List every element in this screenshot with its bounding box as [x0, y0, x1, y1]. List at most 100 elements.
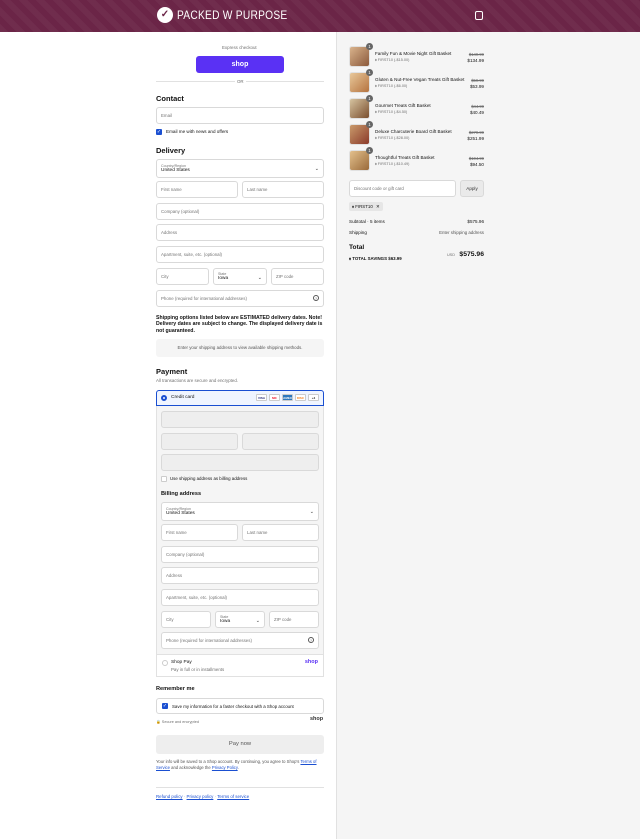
first-name-field[interactable]: First name — [156, 181, 238, 198]
billing-address-field[interactable]: Address — [161, 567, 319, 584]
save-info-checkbox[interactable]: ✓ — [162, 703, 168, 709]
item-discount: ⬧ FIRST10 (-$10.49) — [375, 162, 410, 166]
item-price: $134.99 — [467, 58, 484, 63]
city-field[interactable]: City — [156, 268, 209, 285]
quantity-badge: 1 — [366, 95, 373, 102]
billing-state-select[interactable]: State Iowa ⌄ — [215, 611, 265, 628]
chevron-down-icon: ⌄ — [255, 618, 260, 624]
express-checkout-label: Express checkout — [222, 45, 257, 50]
apartment-field[interactable]: Apartment, suite, etc. (optional) — [156, 246, 324, 263]
payment-heading: Payment — [156, 367, 188, 376]
pay-now-button[interactable]: Pay now — [156, 735, 324, 754]
news-checkbox[interactable]: ✓ — [156, 129, 162, 135]
remove-discount-icon[interactable]: ✕ — [376, 204, 380, 209]
shop-pay-option[interactable]: Shop Pay Pay in full or in installments … — [156, 654, 324, 677]
brand-name: PACKED W PURPOSE — [177, 8, 288, 22]
remember-heading: Remember me — [156, 686, 195, 692]
item-price: $251.99 — [467, 136, 484, 141]
credit-card-radio[interactable] — [161, 395, 167, 401]
secure-note: 🔒 Secure and encrypted — [156, 720, 199, 724]
legal-text: Your info will be saved to a Shop accoun… — [156, 759, 317, 770]
email-field[interactable]: Email — [156, 107, 324, 124]
subtotal-label: Subtotal · 5 items — [349, 219, 385, 224]
card-number-field[interactable] — [161, 411, 319, 428]
quantity-badge: 1 — [366, 69, 373, 76]
billing-city-field[interactable]: City — [161, 611, 211, 628]
use-shipping-checkbox[interactable] — [161, 476, 167, 482]
card-expiry-field[interactable] — [161, 433, 238, 450]
credit-card-option[interactable]: Credit card VISA MC AMEX DISC +4 — [156, 390, 324, 406]
footer-links: Refund policy · Privacy policy · Terms o… — [156, 794, 250, 799]
state-select[interactable]: State Iowa ⌄ — [213, 268, 267, 285]
chevron-down-icon: ⌄ — [309, 509, 314, 515]
apply-button[interactable]: Apply — [460, 180, 484, 197]
last-name-field[interactable]: Last name — [242, 181, 324, 198]
item-discount: ⬧ FIRST10 (-$6.00) — [375, 84, 408, 88]
help-icon[interactable]: ? — [308, 637, 314, 643]
save-info-label: Save my information for a faster checkou… — [172, 704, 294, 709]
shop-pay-express-button[interactable]: shop — [196, 56, 284, 73]
quantity-badge: 1 — [366, 121, 373, 128]
quantity-badge: 1 — [366, 43, 373, 50]
shipping-methods-placeholder: Enter your shipping address to view avai… — [156, 339, 324, 357]
shop-privacy-link[interactable]: Privacy Policy — [212, 765, 238, 770]
billing-phone-field[interactable]: Phone (required for international addres… — [161, 632, 319, 649]
cart-icon[interactable] — [475, 11, 483, 20]
delivery-heading: Delivery — [156, 146, 186, 155]
site-header: ✓ PACKED W PURPOSE — [0, 0, 640, 32]
item-discount: ⬧ FIRST10 (-$4.50) — [375, 110, 408, 114]
payment-subtext: All transactions are secure and encrypte… — [156, 378, 239, 383]
item-original-price: $44.99 — [471, 104, 484, 109]
visa-icon: VISA — [256, 394, 267, 401]
quantity-badge: 1 — [366, 147, 373, 154]
billing-apartment-field[interactable]: Apartment, suite, etc. (optional) — [161, 589, 319, 606]
item-original-price: $279.99 — [468, 130, 484, 135]
total-label: Total — [349, 244, 365, 251]
country-select[interactable]: Country/Region United States ⌄ — [156, 159, 324, 178]
item-original-price: $149.99 — [468, 52, 484, 57]
use-shipping-label: Use shipping address as billing address — [170, 476, 248, 481]
card-cvv-field[interactable] — [242, 433, 319, 450]
billing-zip-field[interactable]: ZIP code — [269, 611, 319, 628]
item-price: $53.99 — [469, 84, 484, 89]
shop-pay-radio[interactable] — [162, 660, 168, 666]
item-name: Deluxe Charcuterie Board Gift Basket — [375, 129, 452, 134]
brand-logo[interactable]: ✓ PACKED W PURPOSE — [157, 7, 307, 23]
card-brands: VISA MC AMEX DISC +4 — [254, 394, 319, 401]
shipping-value: Enter shipping address — [439, 230, 484, 235]
billing-first-name-field[interactable]: First name — [161, 524, 238, 541]
billing-company-field[interactable]: Company (optional) — [161, 546, 319, 563]
item-discount: ⬧ FIRST10 (-$15.00) — [375, 58, 410, 62]
subtotal-value: $575.96 — [467, 219, 484, 224]
refund-policy-link[interactable]: Refund policy — [156, 794, 183, 799]
chevron-down-icon: ⌄ — [257, 275, 262, 281]
total-savings: ⬧ TOTAL SAVINGS $63.99 — [349, 256, 402, 261]
total-amount: USD $575.96 — [446, 251, 484, 258]
card-name-field[interactable] — [161, 454, 319, 471]
zip-field[interactable]: ZIP code — [271, 268, 324, 285]
discount-code-field[interactable]: Discount code or gift card — [349, 180, 456, 197]
shop-logo: shop — [304, 659, 318, 665]
news-label: Email me with news and offers — [166, 129, 229, 134]
company-field[interactable]: Company (optional) — [156, 203, 324, 220]
billing-country-select[interactable]: Country/Region United States ⌄ — [161, 502, 319, 521]
terms-of-service-link[interactable]: Terms of service — [217, 794, 249, 799]
item-name: Gourmet Treats Gift Basket — [375, 103, 431, 108]
phone-field[interactable]: Phone (required for international addres… — [156, 290, 324, 307]
shipping-notice: Shipping options listed below are ESTIMA… — [156, 315, 323, 334]
amex-icon: AMEX — [282, 394, 293, 401]
order-summary — [336, 32, 640, 839]
item-original-price: $104.99 — [468, 156, 484, 161]
billing-heading: Billing address — [161, 491, 202, 497]
mastercard-icon: MC — [269, 394, 280, 401]
item-name: Family Fun & Movie Night Gift Basket — [375, 51, 452, 56]
tag-icon: ⬧ — [349, 256, 351, 261]
remember-box: ✓ Save my information for a faster check… — [156, 698, 324, 714]
help-icon[interactable]: ? — [313, 295, 319, 301]
more-cards-icon: +4 — [308, 394, 319, 401]
billing-last-name-field[interactable]: Last name — [242, 524, 319, 541]
privacy-policy-link[interactable]: Privacy policy — [187, 794, 214, 799]
address-field[interactable]: Address — [156, 224, 324, 241]
or-divider: OR — [235, 79, 246, 84]
shop-logo-small: shop — [310, 716, 324, 722]
